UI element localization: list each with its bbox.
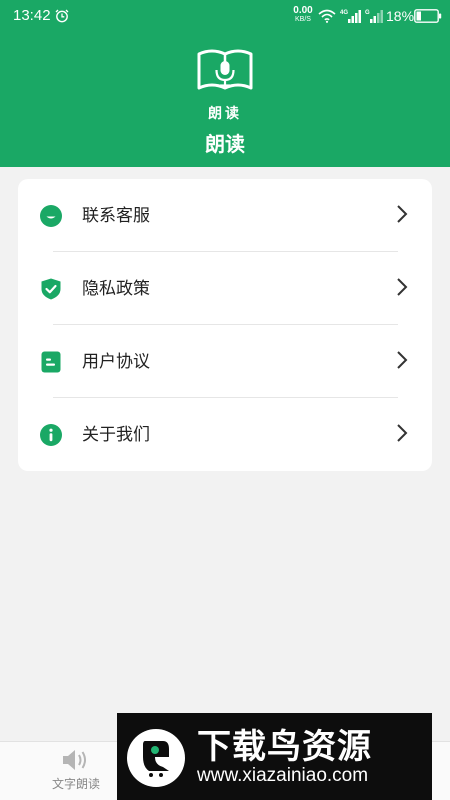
speaker-icon (63, 750, 86, 770)
network-type-label: 4G (340, 10, 348, 16)
net-speed: 0.00 KB/S (291, 6, 315, 24)
tab-label: 文字朗读 (51, 777, 100, 791)
alarm-icon (55, 9, 69, 23)
battery-icon (414, 9, 442, 23)
customer-service-icon (40, 205, 62, 227)
menu-card: 联系客服 隐私政策 用户协议 关于我们 (18, 179, 432, 471)
battery-percent: 18% (386, 8, 415, 24)
menu-item-privacy-policy[interactable]: 隐私政策 (18, 252, 432, 325)
menu-item-label: 用户协议 (82, 352, 150, 372)
chevron-right-icon (397, 205, 408, 223)
logo-text: 朗读 (208, 106, 242, 122)
chevron-right-icon (397, 351, 408, 369)
page-title: 朗读 (205, 132, 245, 156)
menu-item-user-agreement[interactable]: 用户协议 (18, 325, 432, 398)
net-speed-value: 0.00 (293, 5, 313, 16)
watermark-title: 下载鸟资源 (197, 727, 372, 767)
menu-item-label: 关于我们 (82, 425, 150, 445)
chevron-right-icon (397, 278, 408, 296)
bird-logo-icon (127, 729, 185, 787)
chevron-right-icon (397, 424, 408, 442)
app-header: 13:42 0.00 KB/S 4G G 18% 朗读 朗读 (0, 0, 450, 167)
status-time: 13:42 (13, 7, 51, 24)
menu-item-about-us[interactable]: 关于我们 (18, 398, 432, 471)
net-speed-unit: KB/S (295, 16, 311, 23)
book-mic-logo-icon (197, 49, 253, 90)
document-icon (41, 351, 61, 373)
tab-text-reading[interactable]: 文字朗读 (40, 742, 112, 800)
wifi-icon (318, 9, 336, 23)
info-icon (40, 424, 62, 446)
menu-item-label: 联系客服 (82, 206, 150, 226)
watermark-url: www.xiazainiao.com (197, 765, 369, 786)
menu-item-customer-service[interactable]: 联系客服 (18, 179, 432, 252)
status-bar: 13:42 0.00 KB/S 4G G 18% (0, 0, 450, 32)
svg-text:G: G (365, 10, 370, 16)
menu-item-label: 隐私政策 (82, 279, 150, 299)
signal-icon-2: G (365, 10, 383, 23)
watermark-banner: 下载鸟资源 www.xiazainiao.com (117, 713, 432, 800)
signal-icon: 4G (340, 10, 361, 23)
shield-check-icon (41, 278, 61, 300)
